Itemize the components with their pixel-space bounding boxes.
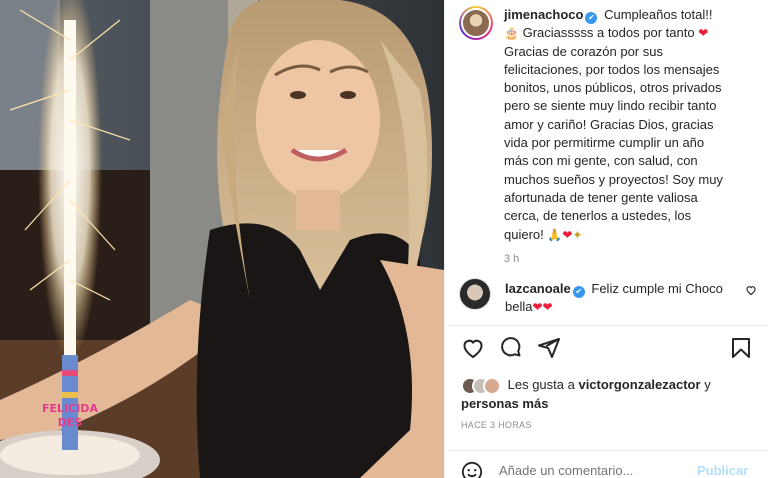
comment-icon[interactable] bbox=[499, 336, 525, 362]
caption-line: pero se siente muy lindo recibir tanto bbox=[504, 98, 717, 114]
caption-line: cerca, de tenerlos a ustedes, los bbox=[504, 208, 692, 224]
instagram-post-window: FELICIDADES jimenachoco ✔ Cumpleaños tota… bbox=[0, 0, 768, 478]
caption-body: jimenachoco ✔ Cumpleaños total!! 🎂 Gracia… bbox=[504, 6, 759, 268]
section-divider bbox=[445, 325, 768, 326]
bird-emoji: ✦ bbox=[572, 227, 583, 242]
bookmark-icon[interactable] bbox=[729, 336, 755, 362]
likes-text: Les gusta a victorgonzalezactor y bbox=[508, 377, 711, 392]
caption-line: Gracias de corazón por sus bbox=[504, 43, 663, 59]
caption-row: jimenachoco ✔ Cumpleaños total!! 🎂 Gracia… bbox=[459, 6, 759, 268]
liker-avatar[interactable] bbox=[483, 376, 501, 395]
likes-prefix: Les gusta a bbox=[507, 377, 575, 392]
caption-line: afortunada de tener gente valiosa bbox=[504, 189, 698, 205]
comment-text: bella bbox=[505, 299, 533, 314]
publish-button[interactable]: Publicar bbox=[697, 463, 748, 478]
caption-line: más con mi gente, con salud, con bbox=[504, 153, 698, 169]
heart-emoji: ❤ bbox=[542, 300, 553, 314]
comment-row: lazcanoale ✔ Feliz cumple mi Choco bella❤… bbox=[459, 278, 759, 316]
caption-line: quiero! bbox=[504, 226, 544, 242]
likes-conj: y bbox=[704, 377, 711, 392]
caption-line: bonitos, unos públicos, otros privados bbox=[504, 80, 722, 96]
heart-emoji: ❤ bbox=[698, 26, 709, 41]
post-photo[interactable]: FELICIDADES bbox=[0, 0, 444, 478]
caption-time[interactable]: 3 h bbox=[504, 250, 759, 268]
heart-emoji: ❤ bbox=[562, 227, 573, 242]
caption-line: muchos sueños y proyectos! Soy muy bbox=[504, 171, 723, 187]
comment-like-icon[interactable] bbox=[745, 284, 757, 299]
likes-others-link[interactable]: personas más bbox=[461, 396, 548, 411]
comment-body: lazcanoale ✔ Feliz cumple mi Choco bella❤… bbox=[505, 278, 725, 316]
caption-line: vida por permitirme cumplir un año bbox=[504, 135, 705, 151]
cake-topper-text: FELICIDADES bbox=[42, 402, 98, 429]
liker-username[interactable]: victorgonzalezactor bbox=[578, 377, 700, 392]
author-avatar[interactable] bbox=[459, 6, 493, 40]
caption-line: amor y cariño! Gracias Dios, gracias bbox=[504, 116, 714, 132]
share-icon[interactable] bbox=[537, 336, 563, 362]
add-comment-input[interactable] bbox=[499, 463, 679, 478]
caption-line: felicitaciones, por todos los mensajes bbox=[504, 61, 720, 77]
likes-row: Les gusta a victorgonzalezactor y person… bbox=[461, 376, 761, 413]
post-actions bbox=[461, 336, 753, 364]
post-timestamp[interactable]: HACE 3 HORAS bbox=[461, 420, 532, 430]
caption-line: Cumpleaños total!! bbox=[604, 7, 713, 22]
verified-icon: ✔ bbox=[585, 12, 598, 24]
cake-emoji: 🎂 bbox=[504, 26, 519, 41]
commenter-username[interactable]: lazcanoale bbox=[505, 281, 571, 296]
heart-outline-icon[interactable] bbox=[461, 336, 487, 362]
commenter-avatar[interactable] bbox=[459, 278, 491, 310]
heart-emoji: ❤ bbox=[532, 300, 543, 314]
comment-text: Feliz cumple mi Choco bbox=[591, 281, 723, 296]
add-comment-row: Publicar bbox=[445, 450, 768, 478]
author-username[interactable]: jimenachoco bbox=[504, 7, 583, 22]
post-side-panel: jimenachoco ✔ Cumpleaños total!! 🎂 Gracia… bbox=[444, 0, 768, 478]
verified-icon: ✔ bbox=[572, 286, 585, 298]
smile-icon[interactable] bbox=[461, 461, 483, 478]
caption-line: Graciasssss a todos por tanto bbox=[522, 25, 695, 41]
pray-emoji: 🙏 bbox=[547, 227, 563, 242]
